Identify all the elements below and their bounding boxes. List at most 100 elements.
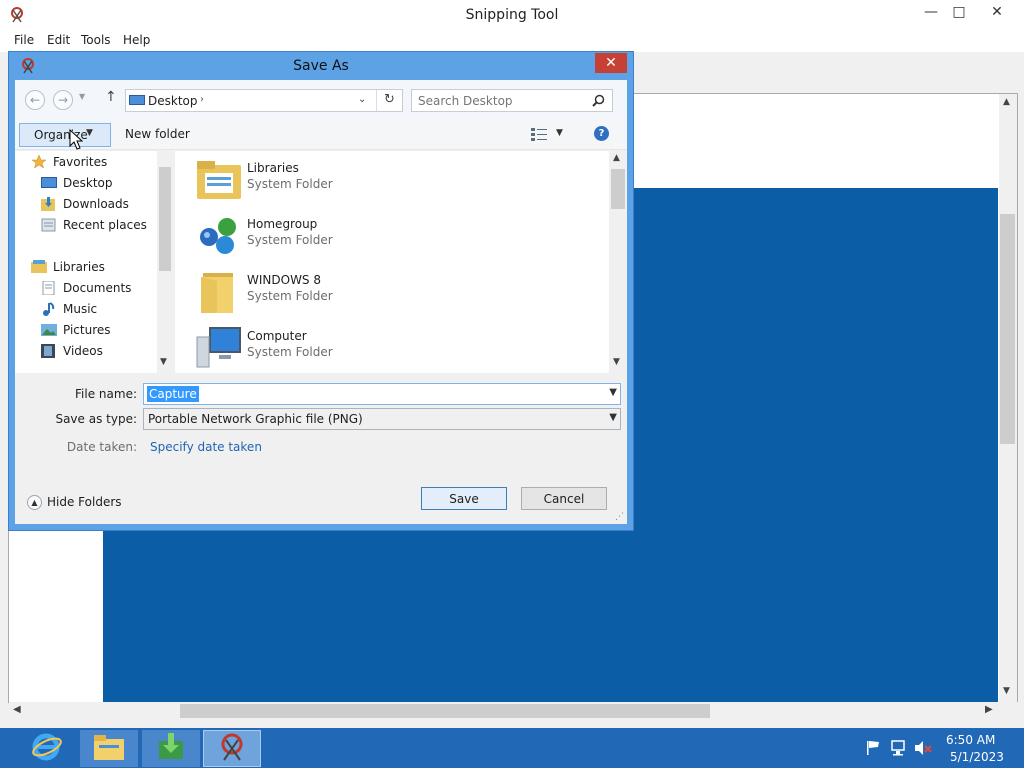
scroll-down-icon[interactable]: ▼ (1003, 686, 1010, 696)
file-name: Computer (247, 329, 307, 343)
forward-icon[interactable]: → (53, 90, 73, 110)
downloads-icon (41, 196, 57, 211)
file-type: System Folder (247, 177, 333, 191)
vertical-scroll-thumb[interactable] (1000, 214, 1015, 444)
search-icon[interactable] (592, 94, 605, 110)
clock-time[interactable]: 6:50 AM (946, 733, 995, 747)
scroll-up-icon[interactable]: ▲ (1003, 97, 1010, 107)
recent-locations-icon[interactable]: ▼ (79, 92, 85, 101)
vertical-scrollbar[interactable]: ▲ ▼ (999, 94, 1017, 702)
tree-item-libraries[interactable]: Libraries (31, 256, 105, 277)
maximize-button[interactable]: □ (942, 0, 976, 24)
taskbar-downloads-app[interactable] (142, 730, 200, 767)
menu-edit[interactable]: Edit (47, 33, 70, 47)
taskbar-file-explorer[interactable] (80, 730, 138, 767)
documents-icon (41, 280, 57, 295)
close-button[interactable]: ✕ (980, 0, 1014, 24)
dialog-close-button[interactable]: ✕ (595, 53, 627, 73)
file-name-value[interactable]: Capture (147, 386, 199, 402)
file-type: System Folder (247, 233, 333, 247)
network-icon[interactable] (890, 740, 908, 759)
breadcrumb-chevron-icon[interactable]: › (200, 94, 204, 105)
cancel-button[interactable]: Cancel (521, 487, 607, 510)
internet-explorer-icon (31, 732, 63, 765)
mouse-cursor-icon (69, 128, 84, 154)
tree-item-videos[interactable]: Videos (41, 340, 103, 361)
resize-grip-icon[interactable]: ⋰ (615, 512, 624, 522)
taskbar: 6:50 AM 5/1/2023 (0, 728, 1024, 768)
hide-folders-label: Hide Folders (47, 495, 122, 509)
tree-item-downloads[interactable]: Downloads (41, 193, 129, 214)
organize-button[interactable]: Organize ▼ (19, 123, 111, 147)
file-item-homegroup[interactable]: Homegroup System Folder (193, 209, 533, 265)
scroll-left-icon[interactable]: ◀ (13, 704, 21, 715)
navigation-pane-scrollbar[interactable]: ▼ (157, 151, 173, 373)
taskbar-internet-explorer[interactable] (18, 730, 76, 767)
navigation-pane-scroll-thumb[interactable] (159, 167, 171, 271)
refresh-icon[interactable]: ↻ (384, 92, 395, 107)
menu-tools[interactable]: Tools (81, 33, 111, 47)
navigation-pane: Favorites Desktop Downloads Recent place… (15, 151, 173, 373)
tree-item-music[interactable]: Music (41, 298, 97, 319)
hide-folders-button[interactable]: ▲ Hide Folders (27, 492, 122, 512)
tree-label: Downloads (63, 196, 129, 211)
menu-file[interactable]: File (14, 33, 34, 47)
file-list-scrollbar[interactable]: ▲ ▼ (609, 151, 627, 373)
back-icon[interactable]: ← (25, 90, 45, 110)
search-box[interactable] (411, 89, 613, 112)
taskbar-snipping-tool[interactable] (203, 730, 261, 767)
file-name-label: File name: (75, 387, 137, 401)
specify-date-taken-link[interactable]: Specify date taken (150, 440, 262, 454)
clock-date[interactable]: 5/1/2023 (950, 750, 1004, 764)
horizontal-scrollbar[interactable]: ◀ ▶ (9, 702, 1019, 720)
save-type-dropdown-icon[interactable]: ▼ (609, 412, 617, 423)
file-name: Libraries (247, 161, 299, 175)
save-button[interactable]: Save (421, 487, 507, 510)
horizontal-scroll-thumb[interactable] (180, 704, 710, 718)
file-explorer-icon (93, 733, 125, 764)
address-dropdown-icon[interactable]: ⌄ (358, 94, 366, 105)
file-scroll-down-icon[interactable]: ▼ (613, 357, 620, 367)
address-bar[interactable]: Desktop › ⌄ ↻ (125, 89, 403, 112)
save-type-label: Save as type: (55, 412, 137, 426)
organize-dropdown-icon: ▼ (86, 128, 93, 138)
date-taken-label: Date taken: (66, 440, 137, 454)
search-input[interactable] (418, 92, 588, 110)
file-name-dropdown-icon[interactable]: ▼ (609, 387, 617, 398)
file-item-windows-8[interactable]: WINDOWS 8 System Folder (193, 265, 533, 321)
file-item-computer[interactable]: Computer System Folder (193, 321, 533, 377)
pictures-icon (41, 323, 57, 337)
address-text: Desktop (148, 94, 198, 108)
music-icon (41, 301, 57, 316)
action-center-flag-icon[interactable] (866, 740, 880, 759)
tree-item-recent-places[interactable]: Recent places (41, 214, 147, 235)
dialog-titlebar[interactable]: Save As ✕ (9, 52, 633, 80)
tree-item-pictures[interactable]: Pictures (41, 319, 111, 340)
tree-label: Music (63, 301, 98, 316)
file-item-libraries[interactable]: Libraries System Folder (193, 153, 533, 209)
change-view-icon[interactable] (531, 127, 547, 144)
nav-scroll-down-icon[interactable]: ▼ (160, 357, 167, 367)
menu-help[interactable]: Help (123, 33, 150, 47)
collapse-up-icon: ▲ (27, 494, 42, 510)
save-type-select[interactable]: Portable Network Graphic file (PNG) ▼ (143, 408, 621, 430)
new-folder-button[interactable]: New folder (125, 127, 190, 141)
tree-item-favorites[interactable]: Favorites (31, 151, 107, 172)
file-list-scroll-thumb[interactable] (611, 169, 625, 209)
scroll-right-icon[interactable]: ▶ (985, 704, 993, 715)
tree-item-desktop[interactable]: Desktop (41, 172, 113, 193)
desktop-icon (41, 176, 57, 190)
dialog-body: ← → ▼ ↑ Desktop › ⌄ ↻ Search Desktop Org… (15, 80, 627, 524)
help-icon[interactable]: ? (594, 126, 609, 141)
view-dropdown-icon[interactable]: ▼ (556, 128, 563, 138)
tree-label: Pictures (63, 322, 111, 337)
file-list: Libraries System Folder Homegroup System… (175, 151, 627, 373)
tree-item-documents[interactable]: Documents (41, 277, 131, 298)
file-scroll-up-icon[interactable]: ▲ (613, 153, 620, 163)
file-name: WINDOWS 8 (247, 273, 321, 287)
volume-muted-icon[interactable] (914, 740, 932, 759)
up-icon[interactable]: ↑ (105, 89, 117, 105)
tree-label: Documents (63, 280, 132, 295)
dialog-title: Save As (293, 58, 349, 74)
file-name-field[interactable]: Capture ▼ (143, 383, 621, 405)
